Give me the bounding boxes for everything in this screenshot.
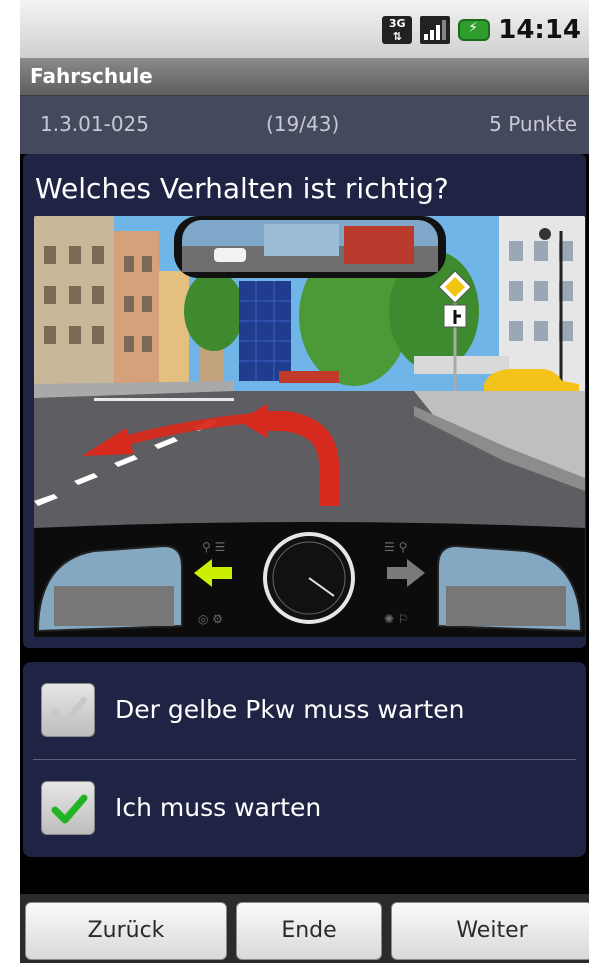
question-info-bar: 1.3.01-025 (19/43) 5 Punkte bbox=[20, 96, 589, 154]
app-frame: 3G⇅ 14:14 Fahrschule 1.3.01-025 (19/43) … bbox=[20, 0, 589, 963]
answer-option-2[interactable]: Ich muss warten bbox=[23, 760, 586, 856]
navigation-button-bar: Zurück Ende Weiter bbox=[20, 894, 589, 963]
svg-text:☰ ⚲: ☰ ⚲ bbox=[384, 540, 407, 554]
status-time: 14:14 bbox=[498, 15, 581, 45]
3g-data-icon: 3G ⇅ bbox=[382, 16, 413, 44]
traffic-scene-image: ⚲ ☰ ◎ ⚙ ☰ ⚲ ✺ ⚐ bbox=[34, 216, 585, 637]
checkmark-icon bbox=[51, 794, 88, 824]
question-points: 5 Punkte bbox=[489, 112, 577, 136]
question-progress: (19/43) bbox=[266, 112, 340, 136]
network-type-label: 3G bbox=[388, 17, 406, 30]
answer-2-label: Ich muss warten bbox=[115, 793, 322, 822]
checkmark-icon bbox=[52, 697, 87, 725]
svg-text:✺ ⚐: ✺ ⚐ bbox=[384, 612, 409, 626]
question-text: Welches Verhalten ist richtig? bbox=[35, 172, 449, 205]
answer-list: Der gelbe Pkw muss warten Ich muss warte… bbox=[23, 662, 586, 857]
app-title-bar: Fahrschule bbox=[20, 58, 589, 96]
svg-text:⚲ ☰: ⚲ ☰ bbox=[202, 540, 225, 554]
question-card: Welches Verhalten ist richtig? ⚲ ☰ ◎ ⚙ ☰… bbox=[23, 154, 586, 648]
app-title: Fahrschule bbox=[30, 64, 153, 88]
status-icons: 3G⇅ 14:14 bbox=[382, 14, 581, 46]
answer-2-checkbox[interactable] bbox=[41, 781, 95, 835]
battery-charging-icon bbox=[458, 19, 491, 41]
answer-1-label: Der gelbe Pkw muss warten bbox=[115, 695, 465, 724]
status-bar: 3G⇅ 14:14 bbox=[20, 0, 589, 58]
svg-text:◎ ⚙: ◎ ⚙ bbox=[198, 612, 223, 626]
next-button[interactable]: Weiter bbox=[391, 902, 589, 960]
signal-strength-icon bbox=[420, 16, 451, 44]
answer-option-1[interactable]: Der gelbe Pkw muss warten bbox=[23, 662, 586, 758]
back-button[interactable]: Zurück bbox=[25, 902, 227, 960]
end-button[interactable]: Ende bbox=[236, 902, 382, 960]
answer-1-checkbox[interactable] bbox=[41, 683, 95, 737]
question-code: 1.3.01-025 bbox=[40, 112, 150, 136]
traffic-scene-illustration: ⚲ ☰ ◎ ⚙ ☰ ⚲ ✺ ⚐ bbox=[34, 216, 585, 637]
